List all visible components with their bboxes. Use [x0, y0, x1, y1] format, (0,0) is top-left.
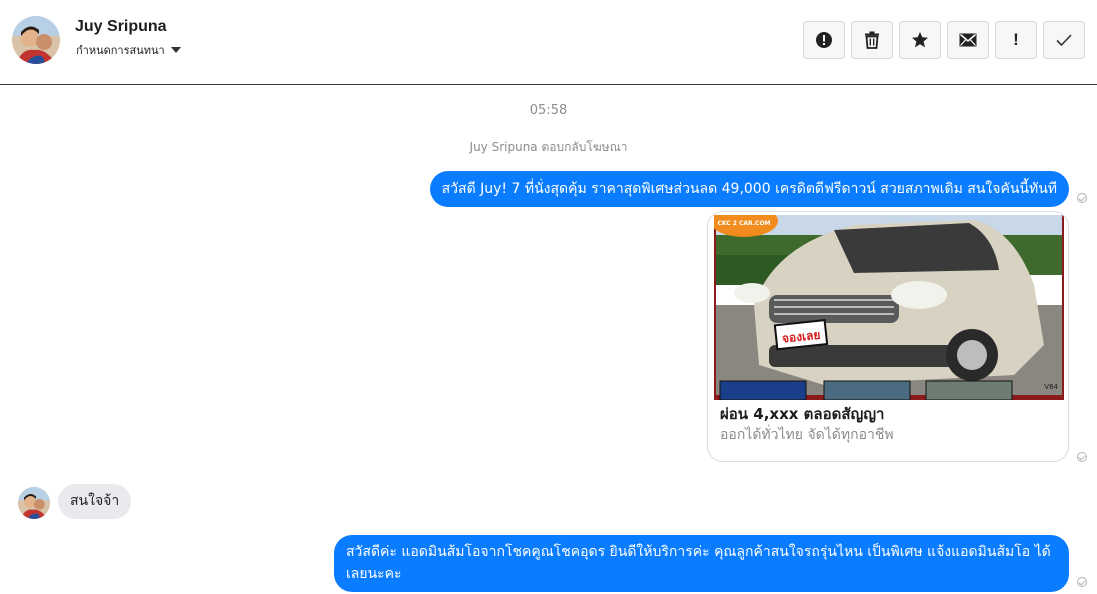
conversation-label-dropdown[interactable]: กำหนดการสนทนา	[76, 41, 181, 59]
ad-reply-note: Juy Sripuna ตอบกลับโฆษณา	[469, 140, 628, 154]
delete-button[interactable]	[851, 21, 893, 59]
mark-unread-button[interactable]	[947, 21, 989, 59]
outgoing-message[interactable]: สวัสดีค่ะ แอดมินส้มโอจากโชคคูณโชคอุดร ยิ…	[334, 535, 1069, 592]
seen-check-icon	[1077, 577, 1087, 587]
conversation-header: Juy Sripuna กำหนดการสนทนา !	[0, 0, 1097, 85]
envelope-icon	[959, 33, 977, 47]
important-button[interactable]: !	[995, 21, 1037, 59]
contact-name: Juy Sripuna	[75, 18, 167, 35]
ad-image-badge: CKC 2 CAR.COM	[717, 220, 770, 227]
conversation-label-text: กำหนดการสนทนา	[76, 44, 165, 57]
ad-image: จองเลย CKC 2 CAR.COM V64	[714, 215, 1064, 400]
star-button[interactable]	[899, 21, 941, 59]
contact-avatar-small[interactable]	[18, 487, 50, 519]
trash-icon	[865, 31, 879, 49]
ad-card[interactable]: จองเลย CKC 2 CAR.COM V64 ผ่อน 4,xxx ตลอด…	[707, 211, 1069, 462]
exclamation-circle-icon	[816, 32, 832, 48]
done-button[interactable]	[1043, 21, 1085, 59]
seen-check-icon	[1077, 452, 1087, 462]
ad-card-title: ผ่อน 4,xxx ตลอดสัญญา	[720, 405, 885, 423]
star-icon	[912, 32, 928, 48]
seen-check-icon	[1077, 193, 1087, 203]
incoming-message[interactable]: สนใจจ้า	[58, 484, 132, 519]
ad-image-corner-label: V64	[1044, 383, 1058, 391]
contact-avatar[interactable]	[12, 16, 60, 64]
outgoing-message[interactable]: สวัสดี Juy! 7 ที่นั่งสุดคุ้ม ราคาสุดพิเศ…	[429, 171, 1069, 207]
check-icon	[1056, 34, 1072, 46]
ad-card-subtitle: ออกได้ทั่วไทย จัดได้ทุกอาชีพ	[720, 427, 894, 443]
exclamation-icon: !	[1013, 30, 1019, 49]
action-toolbar: !	[803, 21, 1085, 59]
caret-down-icon	[170, 47, 181, 53]
message-timestamp: 05:58	[529, 103, 568, 118]
report-button[interactable]	[803, 21, 845, 59]
